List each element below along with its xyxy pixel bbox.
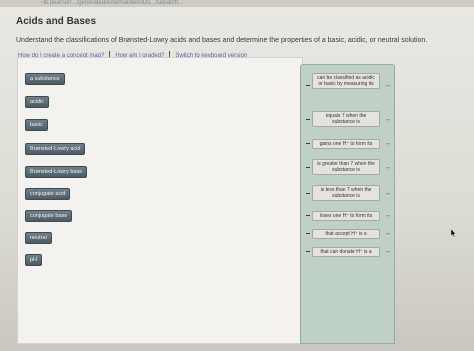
target-panel: can be classified as acidic or basic by … [300, 64, 395, 344]
dash-icon [306, 251, 310, 252]
arrow-right-icon[interactable]: → [384, 82, 391, 89]
term-bronsted-lowry-acid[interactable]: Brønsted-Lowry acid [25, 143, 86, 155]
dash-icon [306, 193, 310, 194]
page-title: Acids and Bases [16, 16, 97, 27]
term-bronsted-lowry-base[interactable]: Brønsted-Lowry base [25, 166, 88, 178]
term-conjugate-base[interactable]: conjugate base [25, 210, 73, 222]
target-box[interactable]: that accept H⁺ is a [312, 229, 380, 240]
browser-url-bar: ~lb.pearson.../generated/external/itemID… [0, 0, 474, 7]
dash-icon [306, 119, 310, 120]
arrow-right-icon[interactable]: → [384, 140, 391, 147]
arrow-right-icon[interactable]: → [384, 164, 391, 171]
target-box[interactable]: loses one H⁺ to form its [312, 211, 380, 222]
dash-icon [306, 233, 310, 234]
term-a-substance[interactable]: a substance [25, 73, 65, 85]
target-box[interactable]: is greater than 7 when the substance is [312, 159, 380, 176]
mouse-cursor-icon [451, 229, 456, 237]
instructions: Understand the classifications of Brønst… [16, 37, 428, 44]
target-box[interactable]: gains one H⁺ to form its [312, 139, 380, 150]
concept-map-canvas[interactable] [17, 57, 303, 344]
dash-icon [306, 85, 310, 86]
target-box[interactable]: is less than 7 when the substance is [312, 185, 380, 202]
term-basic[interactable]: basic [25, 119, 48, 131]
target-box[interactable]: equals 7 when the substance is [312, 111, 380, 128]
arrow-right-icon[interactable]: → [384, 116, 391, 123]
term-acidic[interactable]: acidic [25, 96, 50, 108]
term-ph[interactable]: pH [25, 254, 43, 266]
term-neutral[interactable]: neutral [25, 232, 52, 244]
dash-icon [306, 143, 310, 144]
term-conjugate-acid[interactable]: conjugate acid [25, 188, 71, 200]
arrow-right-icon[interactable]: → [384, 190, 391, 197]
arrow-right-icon[interactable]: → [384, 248, 391, 255]
url-text: ~lb.pearson.../generated/external/itemID… [40, 0, 183, 6]
dash-icon [306, 215, 310, 216]
arrow-right-icon[interactable]: → [384, 230, 391, 237]
arrow-right-icon[interactable]: → [384, 212, 391, 219]
target-box[interactable]: that can donate H⁺ is a [312, 247, 380, 258]
dash-icon [306, 167, 310, 168]
target-box[interactable]: can be classified as acidic or basic by … [312, 73, 380, 90]
